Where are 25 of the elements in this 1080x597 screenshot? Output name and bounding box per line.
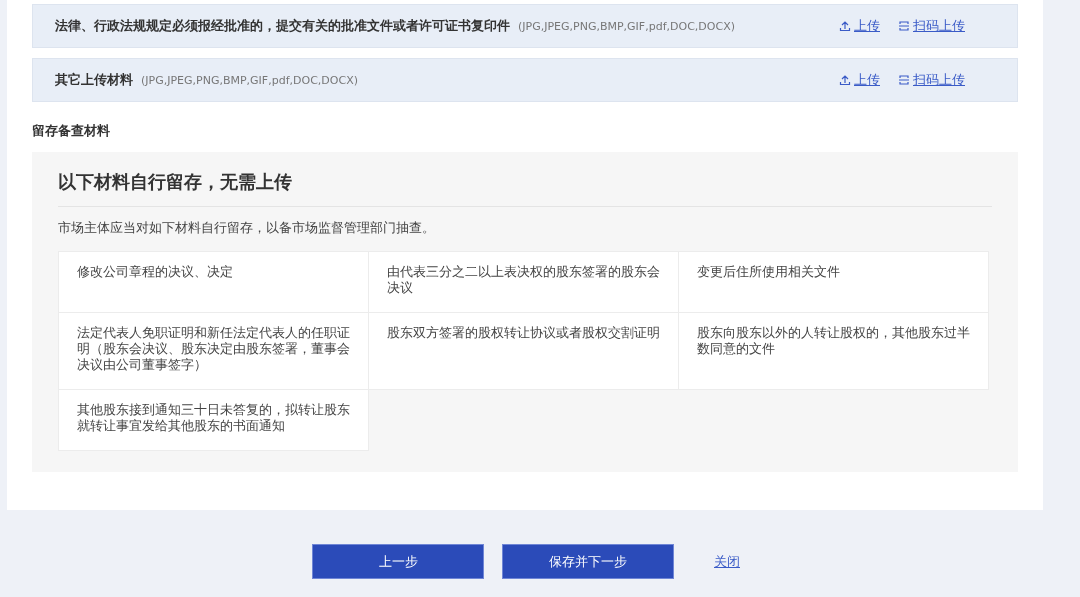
step-button[interactable]: 保存并下一步	[502, 544, 674, 579]
scan-upload-link[interactable]: 扫码上传	[913, 17, 965, 35]
file-formats: (JPG,JPEG,PNG,BMP,GIF,pdf,DOC,DOCX)	[518, 19, 735, 33]
file-formats: (JPG,JPEG,PNG,BMP,GIF,pdf,DOC,DOCX)	[141, 73, 358, 87]
section-heading: 留存备查材料	[32, 122, 111, 140]
upload-icon	[839, 20, 851, 32]
scan-icon	[898, 20, 910, 32]
close-link[interactable]: 关闭	[714, 552, 740, 571]
scan-upload-link[interactable]: 扫码上传	[913, 71, 965, 89]
upload-link[interactable]: 上传	[854, 17, 880, 35]
material-title: 其它上传材料	[55, 71, 133, 89]
step-button[interactable]: 上一步	[312, 544, 484, 579]
material-cell: 法定代表人免职证明和新任法定代表人的任职证明（股东会决议、股东决定由股东签署，董事会决议由公司董事签字）	[58, 312, 369, 390]
upload-link[interactable]: 上传	[854, 71, 880, 89]
panel-title: 以下材料自行留存，无需上传	[58, 170, 992, 207]
material-title: 法律、行政法规规定必须报经批准的，提交有关的批准文件或者许可证书复印件	[55, 17, 510, 35]
scan-icon	[898, 74, 910, 86]
material-cell: 股东向股东以外的人转让股权的，其他股东过半数同意的文件	[678, 312, 989, 390]
material-cell: 其他股东接到通知三十日未答复的，拟转让股东就转让事宜发给其他股东的书面通知	[58, 389, 369, 451]
material-cell: 股东双方签署的股权转让协议或者股权交割证明	[368, 312, 679, 390]
panel-description: 市场主体应当对如下材料自行留存，以备市场监督管理部门抽查。	[58, 219, 436, 237]
material-cell: 由代表三分之二以上表决权的股东签署的股东会决议	[368, 251, 679, 313]
upload-icon	[839, 74, 851, 86]
material-cell: 变更后住所使用相关文件	[678, 251, 989, 313]
material-cell: 修改公司章程的决议、决定	[58, 251, 369, 313]
